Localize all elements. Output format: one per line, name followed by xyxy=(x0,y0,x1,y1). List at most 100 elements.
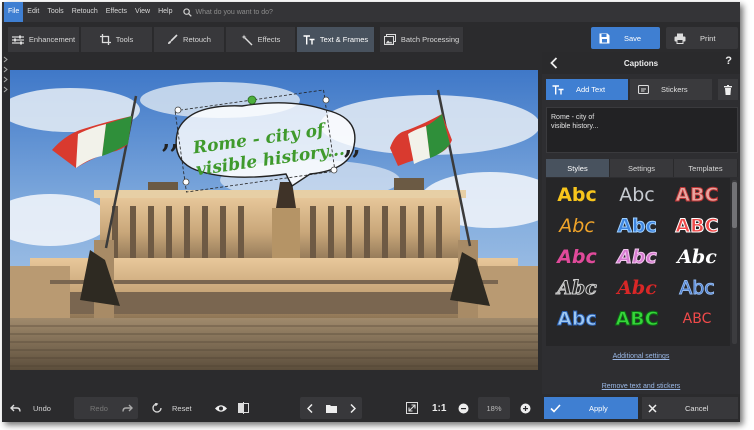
redo-icon xyxy=(122,404,133,412)
text-styles-grid: Abc Abc ABC Abc Abc ABC Abc Abc Abc Abc … xyxy=(546,178,730,346)
style-preset[interactable]: Abc xyxy=(548,242,606,272)
tab-batch-processing-label: Batch Processing xyxy=(400,35,460,44)
reset-icon xyxy=(152,403,162,413)
apply-label: Apply xyxy=(589,403,608,413)
plus-circle-icon xyxy=(520,403,531,413)
tab-effects[interactable]: Effects xyxy=(226,27,296,52)
help-icon[interactable]: ? xyxy=(725,55,732,67)
menu-help[interactable]: Help xyxy=(154,2,176,22)
tab-batch-processing[interactable]: Batch Processing xyxy=(380,27,464,52)
redo-label: Redo xyxy=(90,403,108,413)
caption-text-input[interactable]: Rome - city of visible history... xyxy=(546,107,738,153)
fit-to-screen-button[interactable] xyxy=(406,397,420,419)
tab-enhancement[interactable]: Enhancement xyxy=(8,27,80,52)
menu-retouch[interactable]: Retouch xyxy=(68,2,102,22)
menu-tools[interactable]: Tools xyxy=(43,2,67,22)
style-preset[interactable]: Abc xyxy=(608,180,666,210)
menu-effects[interactable]: Effects xyxy=(102,2,131,22)
panel-title: Captions xyxy=(623,58,659,68)
scroll-thumb[interactable] xyxy=(732,182,737,228)
styles-scrollbar[interactable] xyxy=(732,180,737,344)
editor-window: File Edit Tools Retouch Effects View Hel… xyxy=(2,2,740,422)
undo-button[interactable]: Undo xyxy=(10,397,70,419)
rome-monument-photo: ,, ,, Rome - city of visible history... xyxy=(10,70,538,370)
tab-text-frames[interactable]: Text & Frames xyxy=(297,27,375,52)
menu-search[interactable]: What do you want to do? xyxy=(182,7,273,17)
style-preset[interactable]: Abc xyxy=(548,304,606,334)
menu-view[interactable]: View xyxy=(131,2,154,22)
tab-styles[interactable]: Styles xyxy=(546,159,610,177)
add-text-button[interactable]: Add Text xyxy=(546,79,628,100)
reset-label: Reset xyxy=(172,403,192,413)
brush-icon xyxy=(168,34,178,44)
tab-settings[interactable]: Settings xyxy=(610,159,674,177)
style-preset[interactable]: Abc xyxy=(608,273,666,303)
text-icon xyxy=(552,84,564,94)
style-preset[interactable]: Abc xyxy=(668,242,726,272)
tab-retouch[interactable]: Retouch xyxy=(154,27,225,52)
style-preset[interactable]: Abc xyxy=(548,180,606,210)
zoom-out-button[interactable] xyxy=(458,397,470,419)
zoom-level[interactable]: 18% xyxy=(478,397,510,419)
print-button[interactable]: Print xyxy=(666,27,738,49)
floppy-icon xyxy=(599,33,610,43)
delete-button[interactable] xyxy=(718,79,738,100)
menu-file[interactable]: File xyxy=(4,2,24,22)
style-preset[interactable]: Abc xyxy=(608,242,666,272)
left-collapse-strip[interactable] xyxy=(2,52,10,394)
minus-circle-icon xyxy=(458,403,469,413)
tab-tools[interactable]: Tools xyxy=(81,27,153,52)
panel-header: Captions ? xyxy=(542,52,740,74)
stickers-label: Stickers xyxy=(661,85,688,94)
cancel-button[interactable]: Cancel xyxy=(642,397,738,419)
menu-bar: File Edit Tools Retouch Effects View Hel… xyxy=(2,2,740,22)
fit-screen-icon xyxy=(406,402,418,414)
svg-text:,,: ,, xyxy=(344,131,361,160)
tab-effects-label: Effects xyxy=(257,35,281,44)
trash-icon xyxy=(724,84,732,95)
apply-button[interactable]: Apply xyxy=(544,397,638,419)
undo-icon xyxy=(10,404,21,412)
rotate-handle[interactable] xyxy=(247,95,257,105)
magic-wand-icon xyxy=(241,34,253,45)
compare-button[interactable] xyxy=(238,397,252,419)
tab-enhancement-label: Enhancement xyxy=(28,35,76,44)
captions-panel: Captions ? Add Text Stickers Rome - city… xyxy=(542,52,740,394)
printer-icon xyxy=(674,33,686,44)
print-label: Print xyxy=(700,33,716,43)
close-icon xyxy=(648,403,657,413)
style-preset[interactable]: Abc xyxy=(548,273,606,303)
previous-icon[interactable] xyxy=(306,403,313,413)
stickers-button[interactable]: Stickers xyxy=(630,79,712,100)
style-preset[interactable]: ABC xyxy=(668,211,726,241)
style-preset[interactable]: ABC xyxy=(608,304,666,334)
menu-edit[interactable]: Edit xyxy=(23,2,43,22)
redo-button[interactable]: Redo xyxy=(74,397,138,419)
sliders-icon xyxy=(11,35,24,44)
additional-settings-link[interactable]: Additional settings xyxy=(542,353,740,360)
save-button[interactable]: Save xyxy=(591,27,660,49)
tab-text-frames-label: Text & Frames xyxy=(319,35,369,44)
sticker-icon xyxy=(638,84,649,94)
compare-icon xyxy=(238,402,249,414)
back-arrow-icon[interactable] xyxy=(550,57,558,69)
photo-canvas[interactable]: ,, ,, Rome - city of visible history... xyxy=(10,70,538,370)
text-icon xyxy=(303,34,315,44)
actual-size-button[interactable]: 1:1 xyxy=(432,397,450,419)
reset-button[interactable]: Reset xyxy=(152,397,202,419)
preview-button[interactable] xyxy=(214,397,230,419)
style-preset[interactable]: Abc xyxy=(608,211,666,241)
tab-templates[interactable]: Templates xyxy=(674,159,738,177)
undo-label: Undo xyxy=(33,403,51,413)
zoom-in-button[interactable] xyxy=(520,397,532,419)
style-preset[interactable]: Abc xyxy=(668,273,726,303)
style-preset[interactable]: ABC xyxy=(668,304,726,334)
folder-icon[interactable] xyxy=(325,404,337,413)
expand-arrows-icon xyxy=(3,56,8,93)
cancel-label: Cancel xyxy=(685,403,709,413)
crop-icon xyxy=(99,34,111,45)
style-preset[interactable]: ABC xyxy=(668,180,726,210)
style-preset[interactable]: Abc xyxy=(548,211,606,241)
next-icon[interactable] xyxy=(349,403,356,413)
remove-text-stickers-link[interactable]: Remove text and stickers xyxy=(542,383,740,390)
